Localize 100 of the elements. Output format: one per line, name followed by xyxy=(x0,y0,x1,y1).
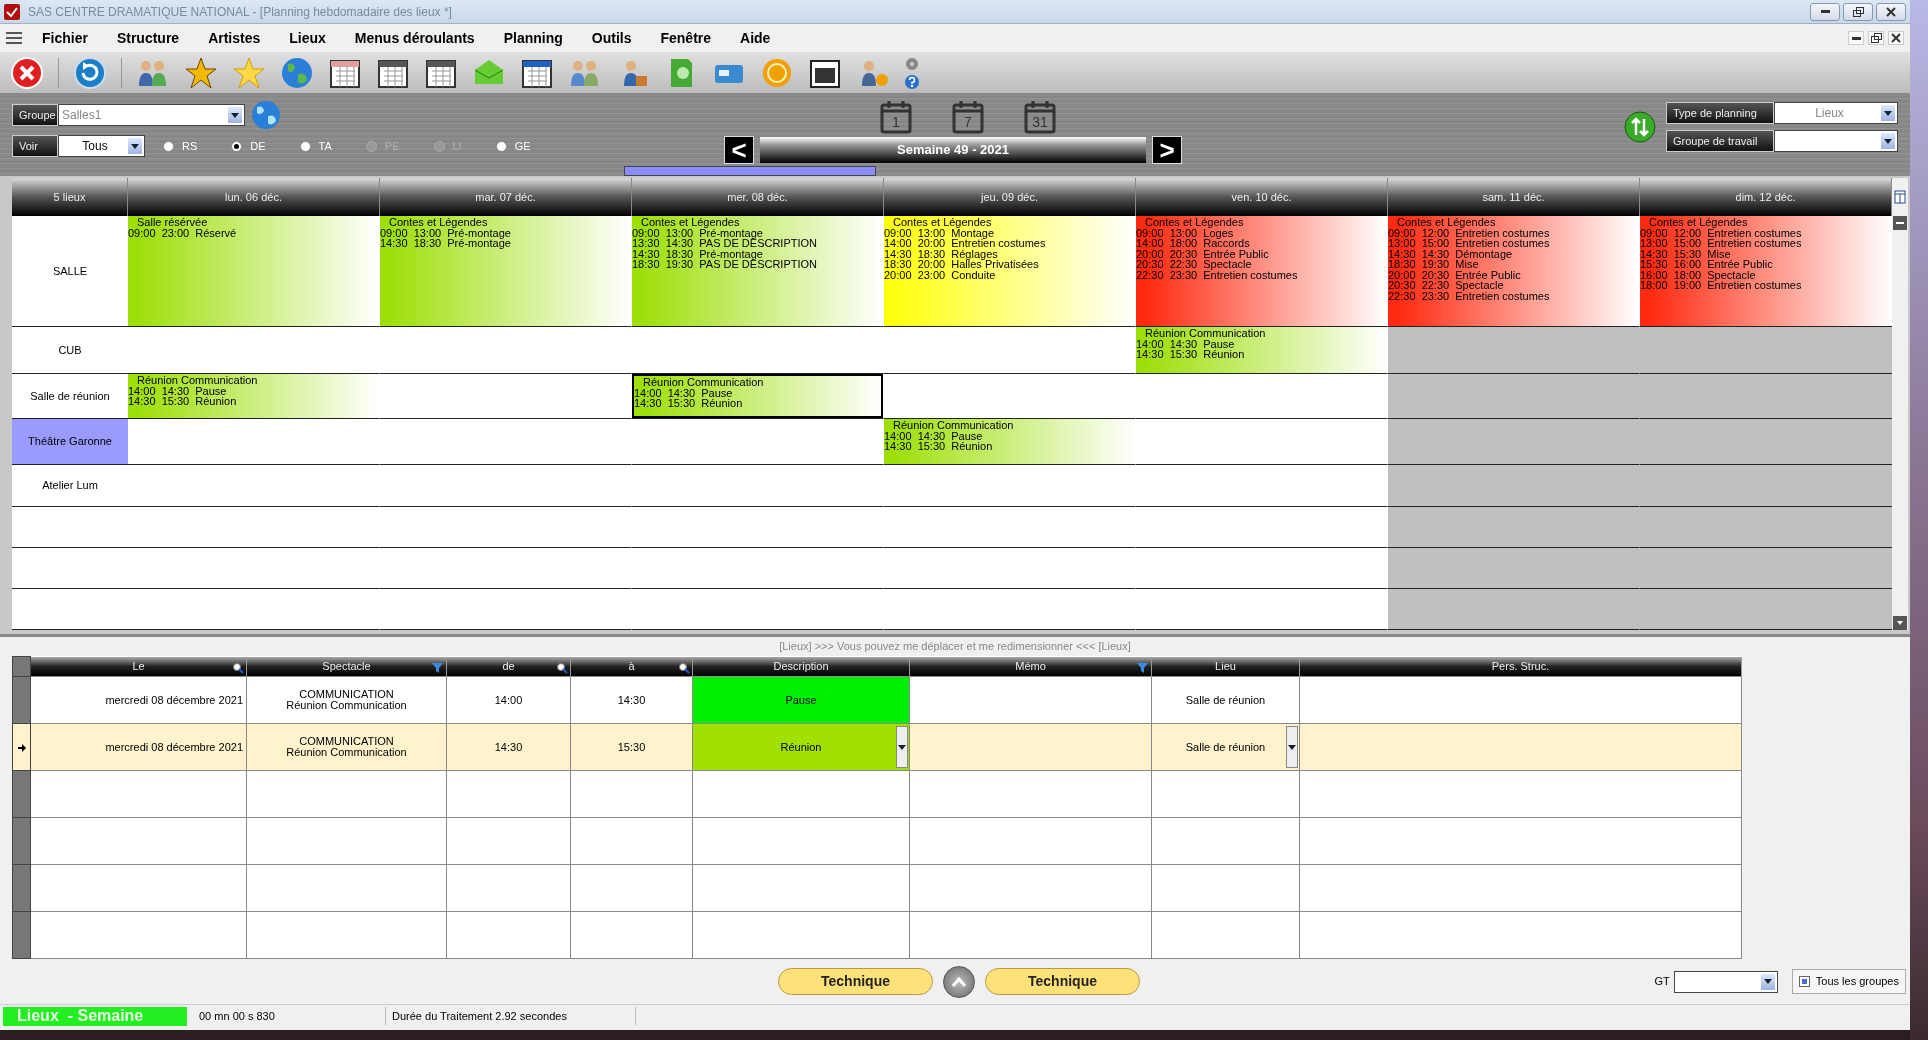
event-title: Réunion Communication xyxy=(893,420,1014,431)
planning-select[interactable] xyxy=(1774,130,1898,152)
event-block[interactable]: Réunion Communication 14:00 14:30 Pause 14:30 15:30 Réunion xyxy=(128,374,379,418)
pointer-icon xyxy=(17,743,26,752)
schedule-line: 14:30 15:30 Réunion xyxy=(1136,349,1245,360)
event-block[interactable]: Réunion Communication 14:00 14:30 Pause 14:30 15:30 Réunion xyxy=(884,419,1135,464)
dropdown-button[interactable] xyxy=(1286,726,1298,768)
gear-icon[interactable] xyxy=(904,55,920,72)
row-header[interactable]: Atelier Lum xyxy=(12,465,128,507)
event-block[interactable]: Contes et Légendes 09:00 13:00 Pré-montage 14:30 18:30 Pré-montage xyxy=(380,216,631,326)
caret-icon xyxy=(1884,138,1892,144)
menu-item[interactable]: Planning xyxy=(503,27,563,49)
filter-icon[interactable] xyxy=(1137,661,1149,674)
globe-icon[interactable] xyxy=(251,100,281,130)
menu-item[interactable]: Artistes xyxy=(208,27,261,49)
column-header: mer. 08 déc. xyxy=(632,178,884,216)
close-icon[interactable] xyxy=(10,55,44,90)
view-select[interactable]: Tous xyxy=(58,135,145,157)
event-title: Contes et Légendes xyxy=(641,217,740,228)
table-cell: 14:30 xyxy=(570,676,693,724)
all-groups-checkbox[interactable]: Tous les groupes xyxy=(1791,969,1906,994)
schedule-line: 09:00 23:00 Réservé xyxy=(128,227,237,238)
menu-item[interactable]: Fenêtre xyxy=(660,27,712,49)
column-header[interactable]: Pers. Struc. xyxy=(1299,656,1742,677)
close-button[interactable] xyxy=(1888,31,1904,45)
schedule-line: 14:30 18:30 Pré-montage xyxy=(632,248,763,259)
restore-button[interactable] xyxy=(1868,31,1884,45)
column-header: 5 lieux xyxy=(12,178,128,216)
schedule-line: 14:30 15:30 Réunion xyxy=(884,441,993,452)
column-header[interactable]: Spectacle xyxy=(246,656,447,677)
field-label: Type de planning xyxy=(1666,102,1774,124)
filter-icon[interactable] xyxy=(432,661,444,674)
status-mode: Lieux - Semaine xyxy=(3,1006,187,1026)
menu-icon[interactable] xyxy=(6,32,22,44)
table-cell[interactable]: Salle de réunion xyxy=(1151,723,1300,771)
scroll-down-button[interactable] xyxy=(1893,616,1907,630)
close-icon xyxy=(1891,33,1901,43)
column-header[interactable]: à xyxy=(570,656,693,677)
search-icon[interactable] xyxy=(232,661,244,674)
radio-option[interactable]: GE xyxy=(495,137,531,155)
row-header[interactable]: Théâtre Garonne xyxy=(12,419,128,465)
scroll-up-button[interactable] xyxy=(943,965,975,998)
minimize-button[interactable] xyxy=(1810,2,1840,21)
column-header[interactable]: Description xyxy=(692,656,910,677)
event-title: Contes et Légendes xyxy=(1145,217,1244,228)
close-icon xyxy=(1886,6,1896,17)
minimize-button[interactable] xyxy=(1848,31,1864,45)
next-week-button[interactable]: > xyxy=(1152,136,1182,164)
schedule-line: 20:00 20:30 Entrée Public xyxy=(1388,269,1521,280)
menu-item[interactable]: Lieux xyxy=(289,27,326,49)
description-cell[interactable]: Réunion xyxy=(693,724,909,770)
search-icon[interactable] xyxy=(556,661,568,674)
window-title: SAS CENTRE DRAMATIQUE NATIONAL - [Planning hebdomadaire des lieux *] xyxy=(28,3,452,21)
search-icon[interactable] xyxy=(678,661,690,674)
event-block[interactable]: Contes et Légendes 09:00 13:00 Loges 14:00 18:00 Raccords 20:00 20:30 Entrée Public 20:30 22:30 Spectacle 22:30 23:30 Entretien costumes xyxy=(1136,216,1387,326)
help-icon[interactable] xyxy=(904,73,920,90)
technique-button[interactable]: Technique xyxy=(985,968,1140,995)
schedule-line: 14:30 14:30 Démontage xyxy=(1388,248,1513,259)
menu-item[interactable]: Aide xyxy=(740,27,771,49)
schedule-line: 09:00 12:00 Entretien costumes xyxy=(1388,227,1550,238)
event-block[interactable]: Réunion Communication 14:00 14:30 Pause 14:30 15:30 Réunion xyxy=(632,374,883,418)
gt-select[interactable] xyxy=(1673,970,1778,993)
event-block[interactable]: Contes et Légendes 09:00 12:00 Entretien costumes 13:00 15:00 Entretien costumes 14:30 15:30 Mise 15:30 16:00 Entrée Public 16:00 18:00 Spectacle 18:00 19:00 Entretien costumes xyxy=(1640,216,1892,326)
technique-button[interactable]: Technique xyxy=(778,968,933,995)
column-header[interactable]: Mémo xyxy=(909,656,1152,677)
close-button[interactable] xyxy=(1876,2,1906,21)
schedule-line: 15:30 16:00 Entrée Public xyxy=(1640,259,1773,270)
globe-icon[interactable] xyxy=(280,55,314,90)
scroll-up-button[interactable] xyxy=(1893,216,1907,230)
star-icon[interactable] xyxy=(184,55,218,90)
dropdown-button[interactable] xyxy=(896,726,908,768)
menu-item[interactable]: Fichier xyxy=(42,27,88,49)
star-icon[interactable] xyxy=(232,55,266,90)
schedule-line: 14:30 15:30 Réunion xyxy=(128,396,237,407)
previous-week-button[interactable]: < xyxy=(724,136,754,164)
event-block[interactable]: Réunion Communication 14:00 14:30 Pause 14:30 15:30 Réunion xyxy=(1136,327,1387,373)
restore-button[interactable] xyxy=(1843,2,1873,21)
menu-item[interactable]: Structure xyxy=(116,27,180,49)
row-selector-header xyxy=(12,656,31,677)
radio-option[interactable]: TA xyxy=(299,137,332,155)
table-cell: COMMUNICATION Réunion Communication xyxy=(246,723,447,771)
event-title: Contes et Légendes xyxy=(1649,217,1748,228)
event-block[interactable]: Salle résérvée 09:00 23:00 Réservé xyxy=(128,216,379,326)
description-cell: Pause xyxy=(693,677,909,723)
column-header[interactable]: Le xyxy=(30,656,247,677)
field-label: GT xyxy=(1654,974,1670,990)
column-header[interactable]: Lieu xyxy=(1151,656,1300,677)
event-block[interactable]: Contes et Légendes 09:00 13:00 Pré-montage 13:30 14:30 PAS DE DESCRIPTION 14:30 18:30 Pré-montage 18:30 19:30 PAS DE DESCRIPTION xyxy=(632,216,883,326)
menu-item[interactable]: Outils xyxy=(591,27,632,49)
row-selector[interactable] xyxy=(12,723,31,771)
menu-item[interactable]: Menus déroulants xyxy=(354,27,475,49)
columns-icon[interactable] xyxy=(1894,190,1906,204)
column-header[interactable]: de xyxy=(446,656,571,677)
event-block[interactable]: Contes et Légendes 09:00 12:00 Entretien costumes 13:00 15:00 Entretien costumes 14:30 14:30 Démontage 18:30 19:30 Mise 20:00 20:30 Entrée Public 20:30 22:30 Spectacle 22:30 23:30 Entretien costumes xyxy=(1388,216,1639,326)
event-block[interactable]: Contes et Légendes 09:00 13:00 Montage 14:00 20:00 Entretien costumes 14:30 18:30 Réglages 18:30 20:00 Halles Privatisées 20:00 23:00 Conduite xyxy=(884,216,1135,326)
schedule-line: 09:00 12:00 Entretien costumes xyxy=(1640,227,1802,238)
refresh-icon[interactable] xyxy=(1624,111,1656,143)
row-header[interactable]: SALLE xyxy=(12,216,128,327)
calendar-view-button[interactable]: 31 xyxy=(1023,100,1057,134)
row-header[interactable]: CUB xyxy=(12,327,128,374)
